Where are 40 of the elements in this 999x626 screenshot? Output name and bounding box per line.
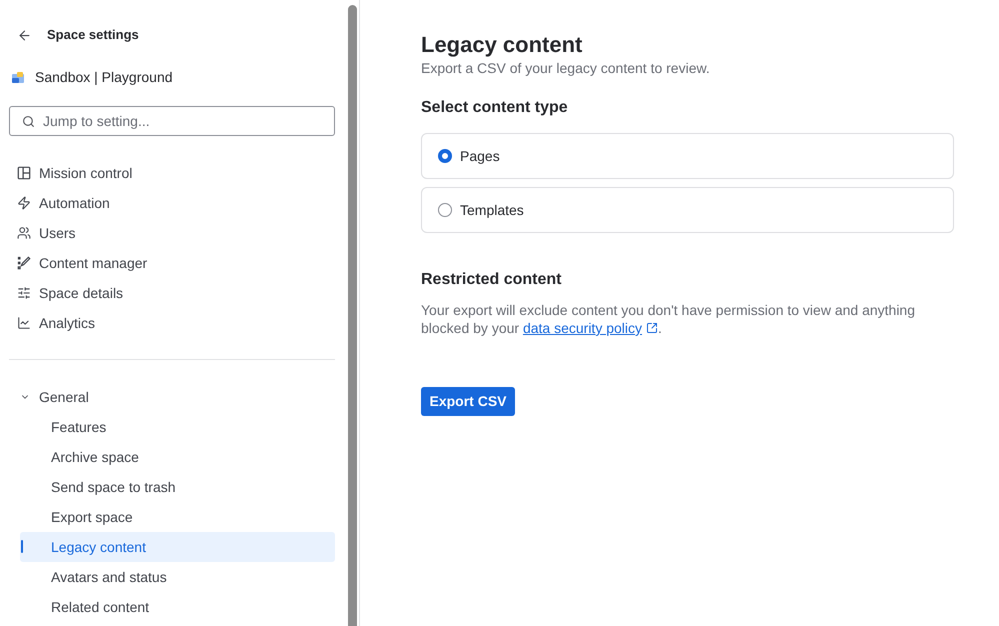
section-header[interactable]: General xyxy=(9,382,335,412)
page-title: Legacy content xyxy=(421,31,584,59)
restriction-text: Your export will exclude content you don't have permission to view and anything blocked by your data security policy . xyxy=(421,301,916,337)
search-field[interactable]: Jump to setting... xyxy=(9,106,335,136)
page-subtitle: Export a CSV of your legacy content to review. xyxy=(421,59,711,77)
external-link-icon xyxy=(646,322,658,334)
space-name: Sandbox | Playground xyxy=(35,68,173,87)
settings-item[interactable]: Legacy content xyxy=(20,532,335,562)
settings-item[interactable]: Archive space xyxy=(20,442,335,472)
export-button[interactable]: Export CSV xyxy=(421,387,515,416)
scrollbar-thumb[interactable] xyxy=(348,5,357,626)
sidebar-title: Space settings xyxy=(47,26,139,44)
radio-option[interactable]: Pages xyxy=(421,133,954,179)
settings-item[interactable]: Avatars and status xyxy=(20,562,335,592)
nav-item[interactable]: Content manager xyxy=(9,248,335,278)
nav-item[interactable]: Automation xyxy=(9,188,335,218)
section-heading: Restricted content xyxy=(421,270,562,290)
settings-item[interactable]: Send space to trash xyxy=(20,472,335,502)
nav-item[interactable]: Mission control xyxy=(9,158,335,188)
line-chart-icon xyxy=(17,316,31,330)
space-avatar-icon xyxy=(12,72,24,82)
nav-item[interactable]: Users xyxy=(9,218,335,248)
pencil-list-icon xyxy=(17,256,31,270)
sliders-icon xyxy=(17,286,31,300)
nav-item[interactable]: Analytics xyxy=(9,308,335,338)
settings-item[interactable]: Related content xyxy=(20,592,335,622)
lightning-icon xyxy=(17,196,31,210)
section-heading: Select content type xyxy=(421,98,569,118)
settings-item[interactable]: Features xyxy=(20,412,335,442)
radio-option[interactable]: Templates xyxy=(421,187,954,233)
back-button[interactable] xyxy=(17,28,32,42)
radio-button[interactable] xyxy=(438,149,452,163)
nav-item[interactable]: Space details xyxy=(9,278,335,308)
settings-item[interactable]: Export space xyxy=(20,502,335,532)
policy-link[interactable]: data security policy xyxy=(522,320,658,336)
search-icon xyxy=(22,115,35,128)
selected-indicator xyxy=(21,540,23,553)
layout-icon xyxy=(17,166,31,180)
users-icon xyxy=(17,226,31,240)
radio-button[interactable] xyxy=(438,203,452,217)
